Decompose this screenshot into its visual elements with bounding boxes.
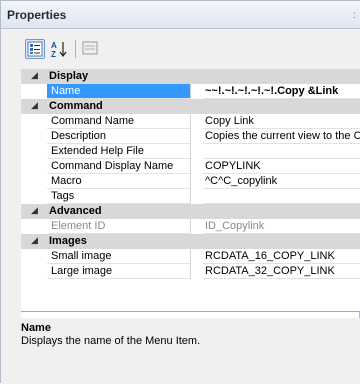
palette-titlebar[interactable]: Properties : — [1, 1, 360, 29]
property-row-macro[interactable]: Macro ^C^C_copylink — [21, 174, 360, 189]
property-value-field[interactable]: Copy Link — [203, 114, 360, 129]
palette-title: Properties — [7, 8, 67, 22]
category-command[interactable]: ◢ Command — [21, 99, 360, 114]
alphabetical-view-button[interactable]: A Z — [49, 39, 69, 59]
property-grid: ◢ Display Name ~~!.~!.~!.~!.~!.Copy &Lin… — [21, 69, 360, 311]
description-panel: Name Displays the name of the Menu Item. — [21, 318, 360, 384]
property-value-field[interactable]: Copies the current view to the Clipboard — [203, 129, 360, 144]
property-row-command-name[interactable]: Command Name Copy Link — [21, 114, 360, 129]
property-value-field[interactable] — [203, 189, 360, 204]
category-display[interactable]: ◢ Display — [21, 69, 360, 84]
description-text: Displays the name of the Menu Item. — [21, 335, 201, 347]
property-name: Element ID — [47, 219, 191, 234]
category-label: Advanced — [49, 205, 102, 217]
property-row-description[interactable]: Description Copies the current view to t… — [21, 129, 360, 144]
property-row-tags[interactable]: Tags — [21, 189, 360, 204]
property-value-field[interactable]: ~~!.~!.~!.~!.~!.Copy &Link — [203, 84, 360, 99]
property-row-element-id: Element ID ID_Copylink — [21, 219, 360, 234]
palette-left-strip — [1, 69, 21, 384]
property-value-field[interactable]: COPYLINK — [203, 159, 360, 174]
property-name: Command Display Name — [47, 159, 191, 174]
svg-text:A: A — [51, 41, 57, 50]
category-label: Images — [49, 235, 87, 247]
category-label: Command — [49, 100, 103, 112]
categorized-view-button[interactable] — [25, 39, 45, 59]
property-value-field[interactable]: ^C^C_copylink — [203, 174, 360, 189]
category-images[interactable]: ◢ Images — [21, 234, 360, 249]
property-name: Description — [47, 129, 191, 144]
property-row-extended-help[interactable]: Extended Help File — [21, 144, 360, 159]
property-name: Extended Help File — [47, 144, 191, 159]
property-row-large-image[interactable]: Large image RCDATA_32_COPY_LINK — [21, 264, 360, 279]
description-splitter[interactable] — [21, 311, 360, 312]
titlebar-grip-icon[interactable]: : — [353, 10, 359, 21]
palette-toolbar: A Z — [1, 29, 360, 69]
property-pages-button[interactable] — [81, 39, 101, 59]
property-name: Tags — [47, 189, 191, 204]
property-name: Large image — [47, 264, 191, 279]
sort-alphabetical-icon: A Z — [51, 41, 67, 59]
property-name: Small image — [47, 249, 191, 264]
property-row-display-name[interactable]: Command Display Name COPYLINK — [21, 159, 360, 174]
toolbar-separator — [75, 40, 76, 58]
property-pages-icon — [82, 41, 98, 55]
collapse-icon[interactable]: ◢ — [31, 205, 38, 216]
svg-text:Z: Z — [51, 50, 56, 59]
property-value-field[interactable] — [203, 144, 360, 159]
property-value-field[interactable]: RCDATA_32_COPY_LINK — [203, 264, 360, 279]
property-value-field: ID_Copylink — [203, 219, 360, 234]
description-title: Name — [21, 322, 51, 334]
categorized-icon — [27, 41, 43, 57]
collapse-icon[interactable]: ◢ — [31, 100, 38, 111]
collapse-icon[interactable]: ◢ — [31, 235, 38, 246]
property-row-small-image[interactable]: Small image RCDATA_16_COPY_LINK — [21, 249, 360, 264]
collapse-icon[interactable]: ◢ — [31, 70, 38, 81]
property-name: Macro — [47, 174, 191, 189]
property-name: Command Name — [47, 114, 191, 129]
category-advanced[interactable]: ◢ Advanced — [21, 204, 360, 219]
properties-palette: Properties : A Z ◢ Display Name ~~!.~!.~… — [0, 0, 360, 384]
property-row-name[interactable]: Name ~~!.~!.~!.~!.~!.Copy &Link — [21, 84, 360, 99]
property-value-field[interactable]: RCDATA_16_COPY_LINK — [203, 249, 360, 264]
category-label: Display — [49, 70, 89, 82]
property-name: Name — [47, 84, 191, 99]
